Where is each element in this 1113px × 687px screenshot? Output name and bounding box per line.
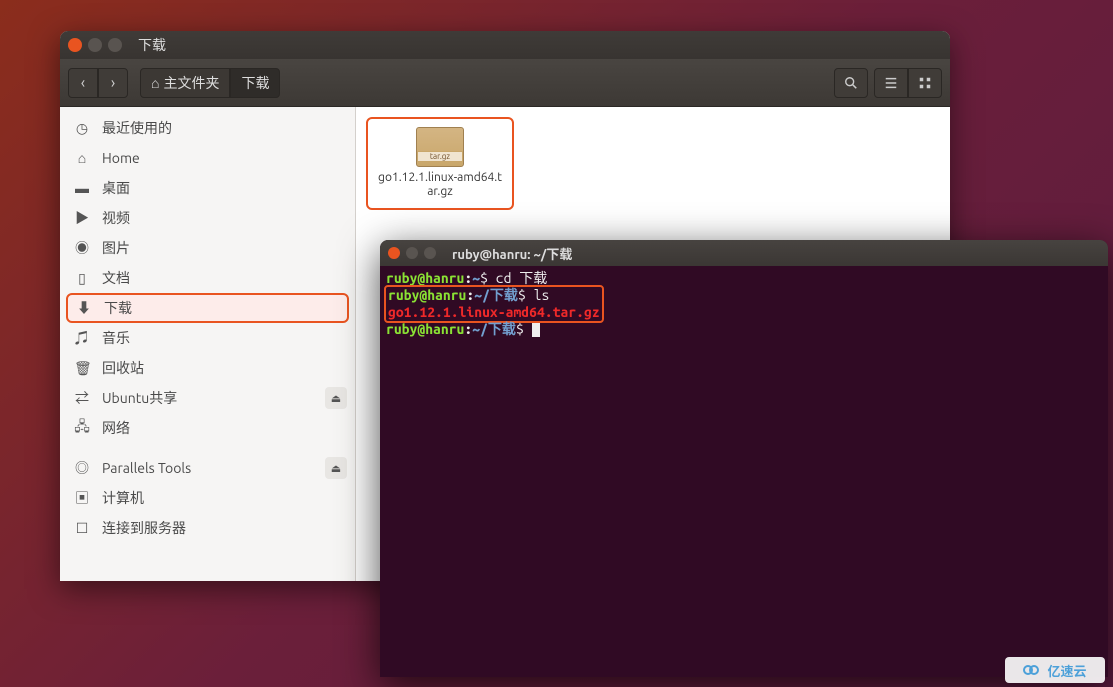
sidebar-item-desktop[interactable]: ▬桌面	[60, 173, 355, 203]
terminal-line: ruby@hanru:~/下载$	[386, 321, 1102, 338]
file-item[interactable]: go1.12.1.linux-amd64.tar.gz	[366, 117, 514, 210]
term-titlebar[interactable]: ruby@hanru: ~/下载	[380, 240, 1108, 266]
breadcrumb: ⌂ 主文件夹 下载	[140, 68, 280, 98]
sidebar-item-music[interactable]: ♫音乐	[60, 323, 355, 353]
sidebar-item-network[interactable]: 🖧网络	[60, 413, 355, 443]
sidebar-item-recent[interactable]: ◷最近使用的	[60, 113, 355, 143]
terminal-window: ruby@hanru: ~/下载 ruby@hanru:~$ cd 下载 rub…	[380, 240, 1108, 677]
fm-toolbar: ‹ › ⌂ 主文件夹 下载	[60, 59, 950, 107]
minimize-icon[interactable]	[88, 38, 102, 52]
search-button[interactable]	[834, 68, 868, 98]
sidebar-item-computer[interactable]: ▣计算机	[60, 483, 355, 513]
clock-icon: ◷	[74, 120, 90, 137]
list-view-button[interactable]	[874, 68, 908, 98]
cloud-icon	[1023, 663, 1043, 677]
terminal-title: ruby@hanru: ~/下载	[452, 244, 572, 263]
download-icon: ⬇	[76, 298, 92, 318]
watermark-badge: 亿速云	[1005, 657, 1105, 683]
back-button[interactable]: ‹	[68, 68, 98, 98]
window-title: 下载	[138, 35, 166, 55]
sidebar-item-home[interactable]: ⌂Home	[60, 143, 355, 173]
maximize-icon[interactable]	[108, 38, 122, 52]
grid-icon	[918, 76, 932, 90]
list-icon	[884, 76, 898, 90]
music-icon: ♫	[74, 328, 90, 348]
close-icon[interactable]	[68, 38, 82, 52]
terminal-line: ruby@hanru:~/下载$ lsgo1.12.1.linux-amd64.…	[386, 287, 1102, 321]
eject-button[interactable]: ⏏	[325, 457, 347, 479]
home-icon: ⌂	[151, 75, 159, 91]
maximize-icon[interactable]	[424, 247, 436, 259]
video-icon: ▶	[74, 208, 90, 228]
sidebar-item-ubuntu-share[interactable]: ⇄Ubuntu共享⏏	[60, 383, 355, 413]
sidebar-item-pictures[interactable]: ◉图片	[60, 233, 355, 263]
home-icon: ⌂	[74, 150, 90, 166]
close-icon[interactable]	[388, 247, 400, 259]
path-home[interactable]: ⌂ 主文件夹	[140, 68, 230, 98]
cursor	[532, 323, 540, 337]
trash-icon: 🗑	[74, 360, 90, 377]
folder-icon: ▬	[74, 180, 90, 196]
sidebar-item-downloads[interactable]: ⬇下载	[66, 293, 349, 323]
disc-icon: ◎	[74, 458, 90, 478]
search-icon	[844, 76, 858, 90]
fm-titlebar[interactable]: 下载	[60, 31, 950, 59]
sidebar-item-parallels[interactable]: ◎Parallels Tools⏏	[60, 453, 355, 483]
sidebar-item-connect[interactable]: ☐连接到服务器	[60, 513, 355, 543]
terminal-body[interactable]: ruby@hanru:~$ cd 下载 ruby@hanru:~/下载$ lsg…	[380, 266, 1108, 677]
camera-icon: ◉	[74, 238, 90, 258]
eject-button[interactable]: ⏏	[325, 387, 347, 409]
sidebar-item-trash[interactable]: 🗑回收站	[60, 353, 355, 383]
file-name: go1.12.1.linux-amd64.tar.gz	[376, 171, 504, 200]
drive-icon: ▣	[74, 488, 90, 508]
forward-button[interactable]: ›	[98, 68, 128, 98]
minimize-icon[interactable]	[406, 247, 418, 259]
archive-icon	[416, 127, 464, 167]
doc-icon: ▯	[74, 270, 90, 287]
grid-view-button[interactable]	[908, 68, 942, 98]
share-icon: ⇄	[74, 388, 90, 408]
sidebar-item-documents[interactable]: ▯文档	[60, 263, 355, 293]
server-icon: ☐	[74, 520, 90, 537]
path-current[interactable]: 下载	[230, 68, 280, 98]
sidebar-item-videos[interactable]: ▶视频	[60, 203, 355, 233]
network-icon: 🖧	[74, 416, 90, 440]
sidebar: ◷最近使用的 ⌂Home ▬桌面 ▶视频 ◉图片 ▯文档 ⬇下载 ♫音乐 🗑回收…	[60, 107, 356, 581]
